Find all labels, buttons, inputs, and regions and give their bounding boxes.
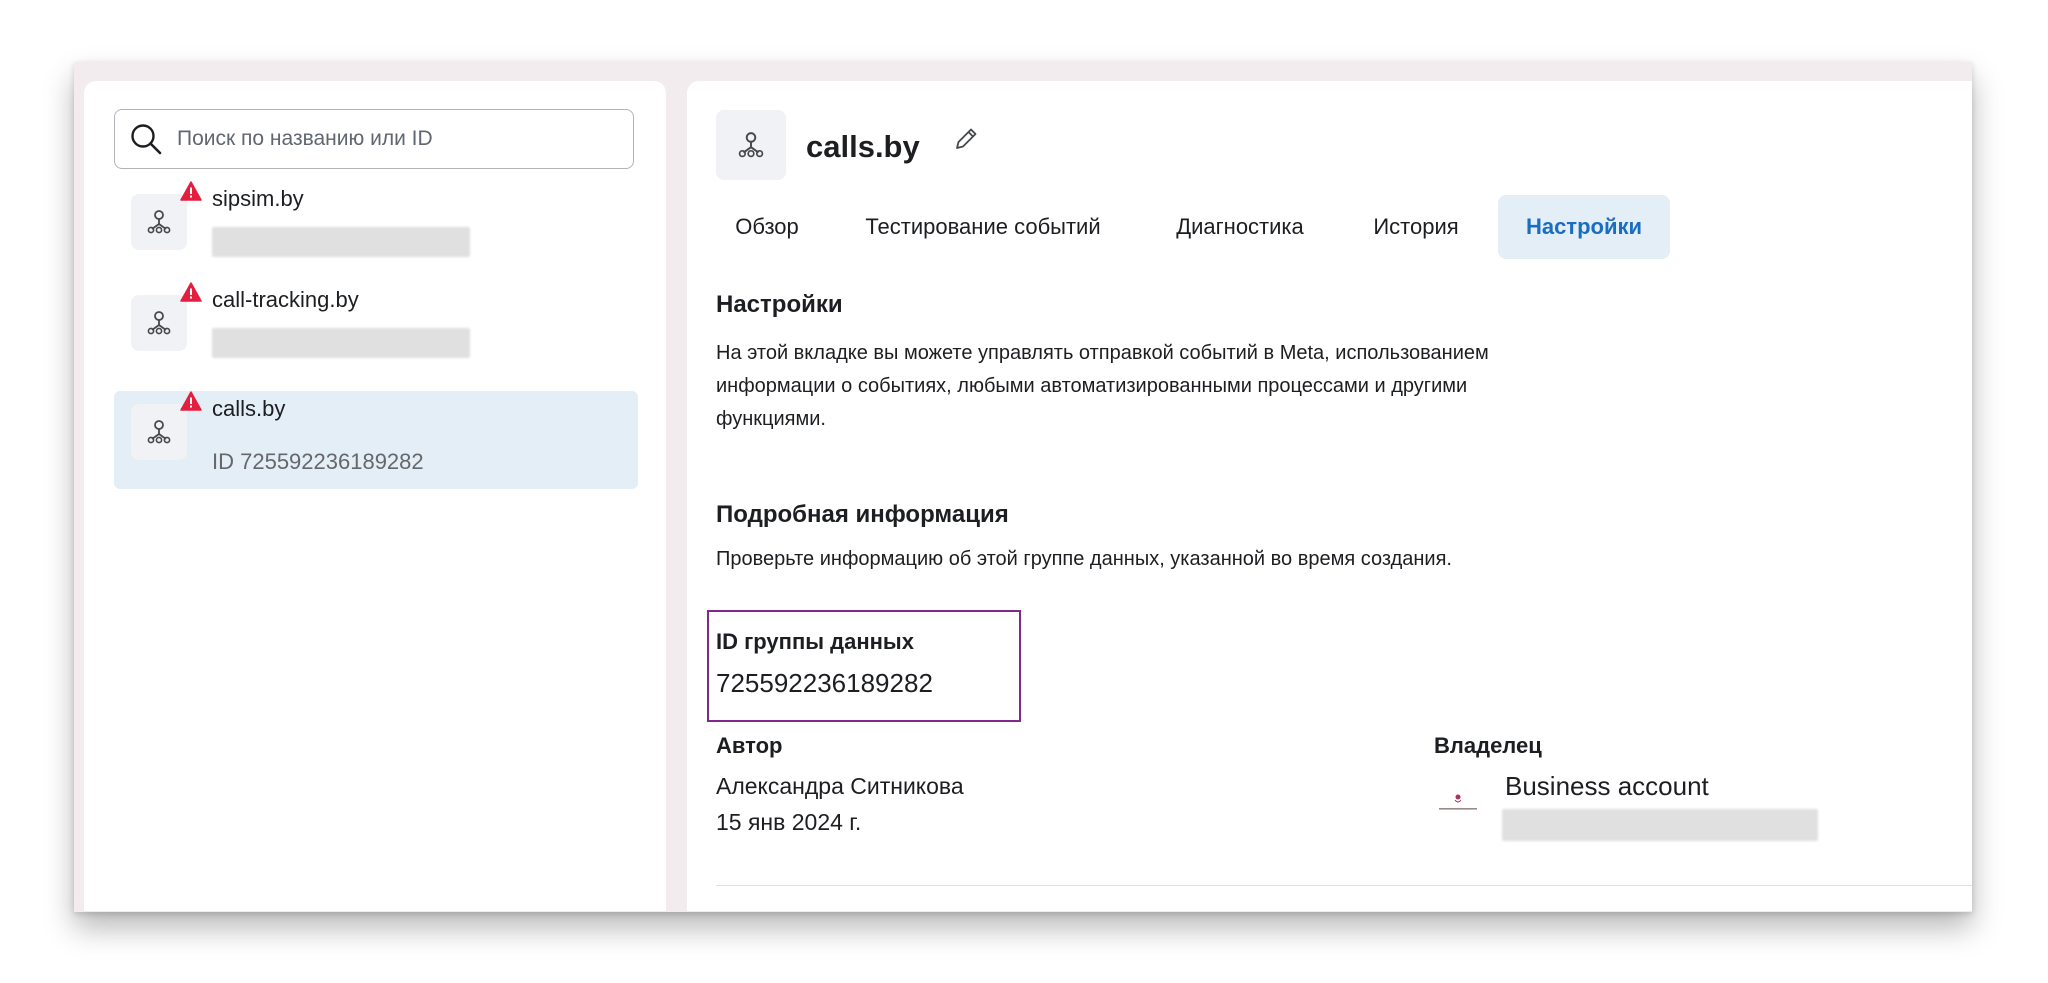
dataset-name: sipsim.by (212, 186, 304, 211)
search-box[interactable] (114, 109, 634, 169)
divider (716, 885, 1972, 886)
dataset-avatar (131, 295, 187, 351)
tab-settings[interactable]: Настройки (1498, 195, 1670, 259)
author-date: 15 янв 2024 г. (716, 809, 862, 835)
settings-description-line-3: функциями. (716, 408, 826, 430)
settings-description-line-1: На этой вкладке вы можете управлять отпр… (716, 342, 1489, 364)
details-description: Проверьте информацию об этой группе данн… (716, 548, 1452, 570)
search-input[interactable] (177, 120, 617, 158)
details-heading: Подробная информация (716, 501, 1009, 528)
author-name: Александра Ситникова (716, 773, 964, 799)
dataset-icon (147, 311, 171, 335)
dataset-id-label: ID группы данных (716, 629, 914, 654)
header-avatar (716, 110, 786, 180)
tab-history[interactable]: История (1351, 195, 1481, 259)
dataset-icon (147, 420, 171, 444)
warning-icon (180, 181, 202, 201)
settings-description-line-2: информации о событиях, любыми автоматизи… (716, 375, 1468, 397)
dataset-item-sipsim[interactable]: sipsim.by (114, 181, 638, 279)
dataset-icon (147, 210, 171, 234)
redacted-id (212, 328, 470, 358)
owner-label: Владелец (1434, 733, 1542, 758)
tab-overview[interactable]: Обзор (710, 195, 824, 259)
tab-diagnostics[interactable]: Диагностика (1149, 195, 1331, 259)
dataset-name: call-tracking.by (212, 287, 359, 312)
settings-heading: Настройки (716, 291, 843, 318)
dataset-item-calls[interactable]: calls.by ID 725592236189282 (114, 391, 638, 489)
dataset-details-panel: calls.by Обзор Тестирование событий Диаг… (687, 81, 1972, 911)
redacted-owner-id (1502, 809, 1818, 841)
dataset-name: calls.by (212, 396, 286, 421)
dataset-id-highlight (707, 610, 1021, 722)
warning-icon (180, 391, 202, 411)
dataset-avatar (131, 194, 187, 250)
warning-icon (180, 282, 202, 302)
owner-name: Business account (1505, 771, 1709, 801)
dataset-id-value: 725592236189282 (716, 668, 933, 698)
pencil-icon[interactable] (952, 125, 980, 153)
author-label: Автор (716, 733, 783, 758)
dataset-id: ID 725592236189282 (212, 449, 424, 474)
dataset-icon (738, 132, 764, 158)
dataset-sidebar: sipsim.by call-tracking.by (84, 81, 666, 911)
tab-test-events[interactable]: Тестирование событий (841, 195, 1125, 259)
dataset-item-call-tracking[interactable]: call-tracking.by (114, 282, 638, 380)
page-title: calls.by (806, 129, 920, 164)
dataset-avatar (131, 404, 187, 460)
search-icon (131, 124, 162, 155)
business-logo-icon (1439, 794, 1477, 810)
redacted-id (212, 227, 470, 257)
